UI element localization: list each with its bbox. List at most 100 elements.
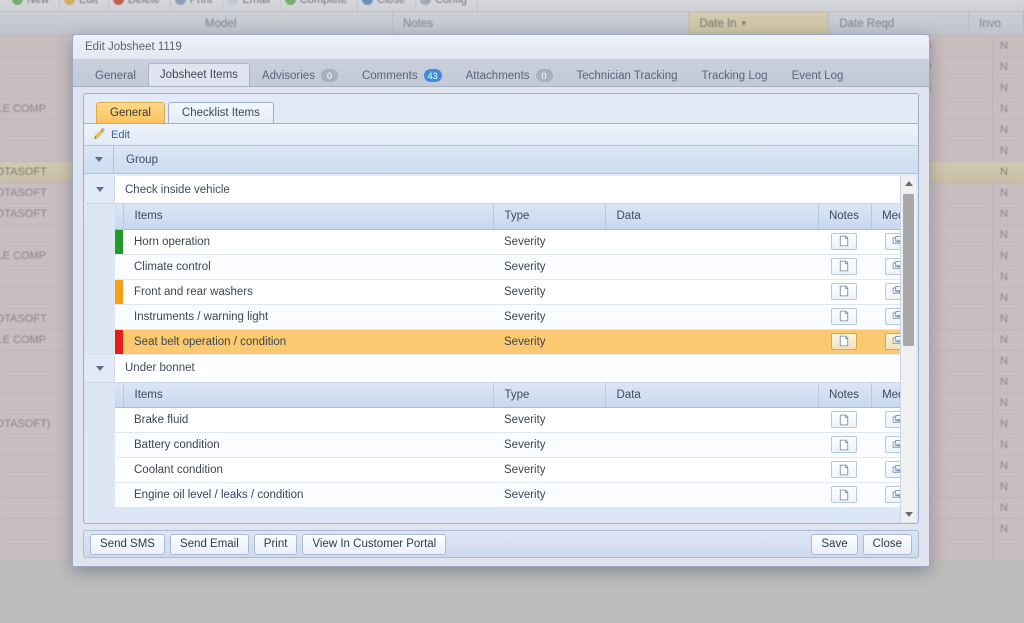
note-icon[interactable] <box>831 436 857 454</box>
bg-toolbar-close[interactable]: Close <box>358 0 417 10</box>
items-column-header[interactable]: Items <box>123 382 494 408</box>
checklist-item-row[interactable]: Coolant condition Severity <box>115 457 900 483</box>
checklist-item-row[interactable]: Engine oil level / leaks / condition Seve… <box>115 482 900 508</box>
checklist-item-row[interactable]: Instruments / warning light Severity <box>115 304 900 330</box>
tab-advisories[interactable]: Advisories 0 <box>250 64 350 86</box>
media-icon[interactable] <box>884 461 900 479</box>
checklist-group-header[interactable]: Under bonnet <box>85 354 900 383</box>
media-icon[interactable] <box>884 332 900 350</box>
note-icon[interactable] <box>831 282 857 300</box>
checklist-tab-checklist-items[interactable]: Checklist Items <box>167 102 274 123</box>
data-column-header[interactable]: Data <box>605 204 819 230</box>
media-icon[interactable] <box>884 282 900 300</box>
checklist-item-row[interactable]: Brake fluid Severity <box>115 407 900 433</box>
tab-jobsheet-items[interactable]: Jobsheet Items <box>147 63 250 86</box>
group-collapse-toggle[interactable] <box>85 354 115 382</box>
group-collapse-toggle[interactable] <box>84 146 114 173</box>
bg-cell-customer: EXAMPLE COMP <box>0 250 47 262</box>
bg-toolbar-delete[interactable]: Delete <box>109 0 171 10</box>
checklist-item-row[interactable]: Climate control Severity <box>115 254 900 280</box>
note-icon[interactable] <box>831 486 857 504</box>
checklist-group-body: ItemsTypeDataNotesMediaHorn operationSev… <box>85 204 900 355</box>
group-column-label: Group <box>126 153 158 166</box>
checklist-group-header[interactable]: Check inside vehicle <box>85 176 900 204</box>
bg-cell-flag: N <box>1000 481 1008 493</box>
bg-toolbar-email[interactable]: Email <box>223 0 281 10</box>
view-in-customer-portal-button[interactable]: View In Customer Portal <box>302 533 447 555</box>
scrollbar-thumb[interactable] <box>903 194 914 346</box>
note-icon[interactable] <box>831 257 857 275</box>
print-button[interactable]: Print <box>253 533 298 555</box>
media-icon[interactable] <box>884 257 900 275</box>
type-column-header[interactable]: Type <box>493 204 606 230</box>
bg-column-header[interactable]: Date In ▾ <box>689 12 830 35</box>
notes-column-header[interactable]: Notes <box>818 382 872 408</box>
items-column-header[interactable]: Items <box>123 204 494 230</box>
bg-column-header[interactable]: Model <box>195 12 394 35</box>
scroll-up-button[interactable] <box>901 176 916 191</box>
data-column-header[interactable]: Data <box>605 382 819 408</box>
tab-attachments[interactable]: Attachments 0 <box>454 64 565 86</box>
item-data <box>605 457 818 483</box>
note-icon[interactable] <box>831 232 857 250</box>
tab-technician-tracking[interactable]: Technician Tracking <box>565 64 690 86</box>
media-column-header[interactable]: Media <box>871 204 900 230</box>
bg-cell-flag: N <box>1000 250 1008 262</box>
media-icon[interactable] <box>884 411 900 429</box>
bg-toolbar-new[interactable]: New <box>8 0 61 10</box>
media-icon[interactable] <box>884 307 900 325</box>
close-button[interactable]: Close <box>862 533 912 555</box>
item-notes-cell <box>818 279 871 305</box>
bg-cell-flag: N <box>1000 166 1008 178</box>
bg-column-header[interactable]: Notes <box>393 12 690 35</box>
background-toolbar: New Edit Delete Print Email Complete Close Conf… <box>0 0 1024 12</box>
group-collapse-toggle[interactable] <box>85 176 115 203</box>
bg-column-header[interactable]: Date Reqd <box>829 12 970 35</box>
item-type: Severity <box>493 329 605 355</box>
type-column-header[interactable]: Type <box>493 382 606 408</box>
save-button[interactable]: Save <box>811 533 858 555</box>
bg-toolbar-config[interactable]: Config <box>416 0 478 10</box>
checklist-item-row[interactable]: Front and rear washers Severity <box>115 279 900 305</box>
bg-cell-flag: N <box>1000 82 1008 94</box>
edit-button-label[interactable]: Edit <box>111 129 130 141</box>
note-icon[interactable] <box>831 461 857 479</box>
checklist-items-table: ItemsTypeDataNotesMediaHorn operationSev… <box>115 204 900 355</box>
severity-indicator <box>115 432 123 458</box>
scroll-down-button[interactable] <box>901 507 916 522</box>
item-data <box>605 432 818 458</box>
item-name: Instruments / warning light <box>123 304 493 330</box>
tab-event-log[interactable]: Event Log <box>780 64 856 86</box>
checklist-item-row[interactable]: Horn operation Severity <box>115 229 900 255</box>
item-type: Severity <box>493 482 605 508</box>
notes-column-header[interactable]: Notes <box>818 204 872 230</box>
bg-cell-flag: N <box>1000 355 1008 367</box>
checklist-tab-general[interactable]: General <box>96 102 165 123</box>
media-icon[interactable] <box>884 436 900 454</box>
severity-indicator <box>115 457 123 483</box>
checklist-item-row[interactable]: Seat belt operation / condition Severity <box>115 329 900 355</box>
severity-indicator <box>115 482 123 508</box>
media-icon[interactable] <box>884 486 900 504</box>
bg-toolbar-complete[interactable]: Complete <box>281 0 358 10</box>
send-email-button[interactable]: Send Email <box>169 533 249 555</box>
item-data <box>605 254 818 280</box>
item-media-cell <box>871 482 900 508</box>
note-icon[interactable] <box>831 307 857 325</box>
send-sms-button[interactable]: Send SMS <box>90 533 165 555</box>
tab-general[interactable]: General <box>83 64 148 86</box>
note-icon[interactable] <box>831 332 857 350</box>
checklist-item-row[interactable]: Battery condition Severity <box>115 432 900 458</box>
bg-toolbar-print[interactable]: Print <box>171 0 224 10</box>
tab-tracking-log[interactable]: Tracking Log <box>690 64 780 86</box>
note-icon[interactable] <box>831 411 857 429</box>
bg-toolbar-edit[interactable]: Edit <box>60 0 109 10</box>
media-icon[interactable] <box>884 232 900 250</box>
media-column-header[interactable]: Media <box>871 382 900 408</box>
tab-comments[interactable]: Comments 43 <box>350 64 454 86</box>
checklist-vertical-scrollbar[interactable] <box>900 176 916 522</box>
bg-toolbar-label: Email <box>242 0 270 6</box>
item-media-cell <box>871 304 900 330</box>
bg-cell-flag: N <box>1000 523 1008 535</box>
bg-column-header[interactable]: Invo <box>969 12 1024 35</box>
